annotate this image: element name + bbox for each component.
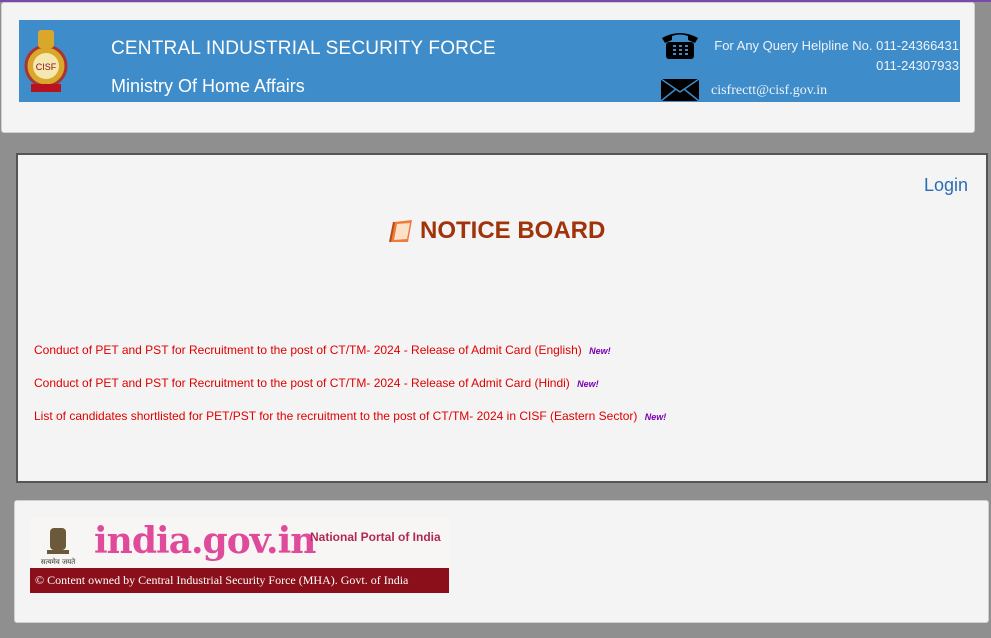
login-link[interactable]: Login — [924, 175, 968, 196]
footer-panel: सत्यमेव जयते india.gov.in National Porta… — [14, 500, 989, 623]
notice-link[interactable]: Conduct of PET and PST for Recruitment t… — [34, 343, 582, 357]
notice-board-heading: NOTICE BOARD — [388, 215, 605, 247]
contact-email: cisfrectt@cisf.gov.in — [711, 83, 828, 98]
notice-board-panel: Login NOTICE BOARD Conduct of PET and PS… — [16, 153, 988, 483]
india-gov-portal-logo[interactable]: सत्यमेव जयते india.gov.in National Porta… — [30, 518, 449, 593]
svg-text:CISF: CISF — [36, 62, 57, 72]
notice-item: Conduct of PET and PST for Recruitment t… — [34, 343, 964, 376]
copyright-text: © Content owned by Central Industrial Se… — [30, 568, 449, 593]
svg-text:सत्यमेव जयते: सत्यमेव जयते — [41, 557, 76, 566]
portal-name: india.gov.in — [94, 520, 316, 562]
notice-link[interactable]: List of candidates shortlisted for PET/P… — [34, 409, 637, 423]
header-panel: CISF CENTRAL INDUSTRIAL SECURITY FORCE M… — [1, 2, 975, 133]
new-badge: New! — [577, 378, 599, 389]
helpline-line2: 011-24307933 — [876, 58, 959, 73]
org-name: CENTRAL INDUSTRIAL SECURITY FORCE — [111, 38, 496, 59]
notice-board-title: NOTICE BOARD — [420, 217, 606, 244]
national-emblem-icon: सत्यमेव जयते — [41, 528, 76, 566]
new-badge: New! — [589, 345, 611, 356]
helpline-numbers: For Any Query Helpline No. 011-24366431 … — [711, 36, 959, 76]
notice-item: List of candidates shortlisted for PET/P… — [34, 409, 964, 442]
portal-logo-top: सत्यमेव जयते india.gov.in National Porta… — [30, 518, 449, 568]
helpline-line1: For Any Query Helpline No. 011-24366431 — [714, 38, 959, 53]
header-banner: CISF CENTRAL INDUSTRIAL SECURITY FORCE M… — [19, 20, 960, 102]
envelope-icon — [660, 78, 700, 102]
notice-link[interactable]: Conduct of PET and PST for Recruitment t… — [34, 376, 570, 390]
notice-item: Conduct of PET and PST for Recruitment t… — [34, 376, 964, 409]
portal-tagline: National Portal of India — [310, 530, 441, 544]
notepad-icon — [389, 220, 412, 243]
ministry-name: Ministry Of Home Affairs — [111, 76, 305, 96]
new-badge: New! — [644, 411, 667, 422]
cisf-emblem-icon: CISF — [24, 30, 68, 92]
telephone-icon — [662, 33, 698, 59]
notice-list[interactable]: Conduct of PET and PST for Recruitment t… — [34, 343, 964, 443]
